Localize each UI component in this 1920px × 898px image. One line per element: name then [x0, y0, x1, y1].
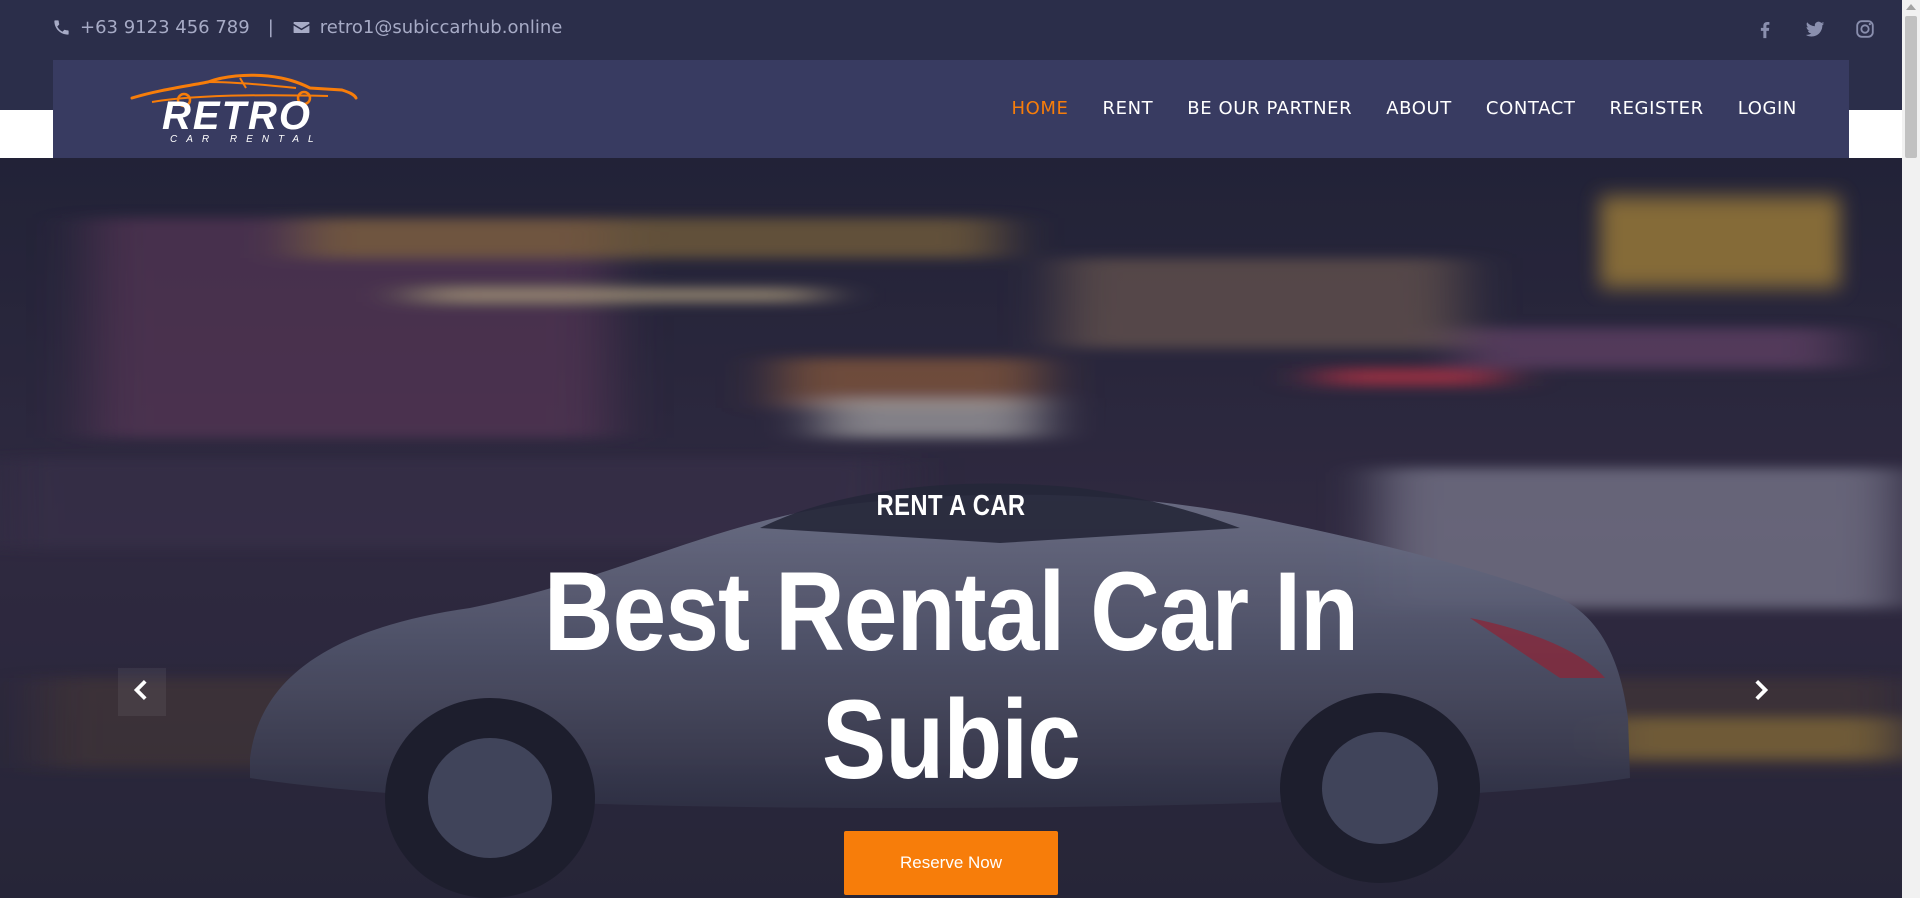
navbar-side-strip-right [1849, 110, 1902, 158]
scroll-up-arrow[interactable] [1906, 4, 1916, 10]
email-address[interactable]: retro1@subiccarhub.online [320, 17, 563, 38]
instagram-icon[interactable] [1854, 18, 1878, 42]
reserve-now-button[interactable]: Reserve Now [844, 831, 1058, 895]
contact-separator: | [267, 17, 274, 38]
facebook-icon[interactable] [1754, 18, 1778, 42]
twitter-icon[interactable] [1804, 18, 1828, 42]
phone-icon [52, 18, 72, 38]
nav-rent[interactable]: RENT [1103, 98, 1154, 119]
logo-wordmark: RETRO [162, 94, 312, 138]
nav-be-our-partner[interactable]: BE OUR PARTNER [1187, 98, 1352, 119]
page-scrollbar[interactable] [1902, 0, 1920, 898]
hero-kicker: RENT A CAR [876, 490, 1026, 522]
nav-about[interactable]: ABOUT [1386, 98, 1452, 119]
hero-carousel: RENT A CAR Best Rental Car In Subic Rese… [0, 158, 1902, 898]
retro-car-rental-logo[interactable]: RETRO CAR RENTAL [128, 72, 358, 148]
nav-contact[interactable]: CONTACT [1486, 98, 1576, 119]
carousel-prev-button[interactable] [118, 668, 166, 716]
nav-home[interactable]: HOME [1011, 98, 1068, 119]
main-menu: HOME RENT BE OUR PARTNER ABOUT CONTACT R… [1011, 98, 1797, 119]
envelope-icon [292, 18, 312, 38]
contact-info: +63 9123 456 789 | retro1@subiccarhub.on… [52, 17, 562, 38]
top-info-bar: +63 9123 456 789 | retro1@subiccarhub.on… [0, 0, 1902, 60]
navbar-side-strip-left [0, 110, 53, 158]
chevron-right-icon [1747, 677, 1773, 707]
carousel-next-button[interactable] [1736, 668, 1784, 716]
main-navbar: RETRO CAR RENTAL HOME RENT BE OUR PARTNE… [53, 60, 1849, 158]
nav-register[interactable]: REGISTER [1609, 98, 1703, 119]
nav-login[interactable]: LOGIN [1738, 98, 1797, 119]
chevron-left-icon [129, 677, 155, 707]
social-links [1754, 18, 1878, 42]
hero-headline: Best Rental Car In Subic [543, 549, 1359, 802]
phone-number[interactable]: +63 9123 456 789 [80, 17, 250, 38]
logo-tagline: CAR RENTAL [170, 134, 323, 145]
scrollbar-thumb[interactable] [1905, 16, 1917, 158]
